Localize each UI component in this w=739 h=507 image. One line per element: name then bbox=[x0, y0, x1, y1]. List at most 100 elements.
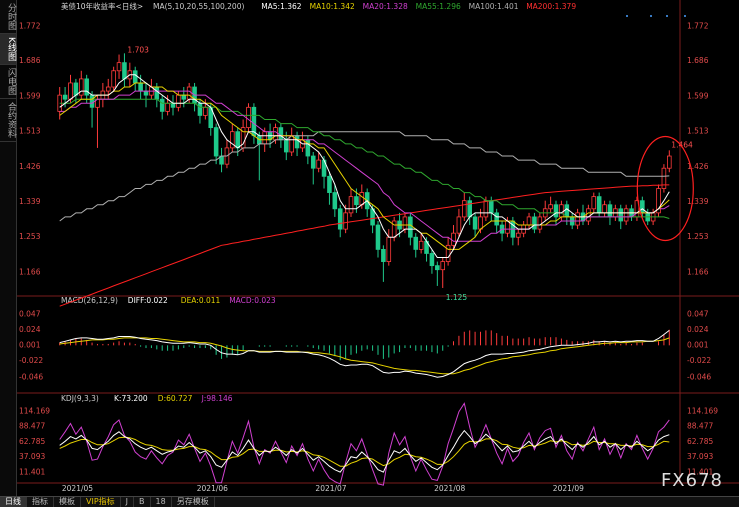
low-annotation: 1.125 bbox=[446, 293, 468, 302]
kdj-tick-right: 62.785 bbox=[687, 437, 713, 446]
candle-down bbox=[310, 155, 316, 169]
candle-down bbox=[607, 204, 613, 218]
sidebar-tab-flash[interactable]: 闪电图 bbox=[0, 65, 16, 99]
candle-down bbox=[332, 192, 338, 210]
price-tick-left: 1.513 bbox=[19, 126, 41, 135]
macd-tick-right: -0.022 bbox=[687, 356, 711, 365]
kdj-tick-left: 62.785 bbox=[19, 437, 45, 446]
candle-down bbox=[435, 265, 440, 271]
ma55-line bbox=[59, 98, 670, 219]
sidebar-tab-kline[interactable]: K线图 bbox=[0, 34, 16, 65]
candle-down bbox=[494, 212, 499, 226]
candle-up bbox=[386, 236, 392, 262]
legend-entry: MA10:1.342 bbox=[310, 2, 355, 11]
candle-down bbox=[213, 127, 219, 157]
candle-up bbox=[111, 70, 116, 88]
candle-down bbox=[467, 200, 472, 218]
kdj-tick-left: 114.169 bbox=[19, 406, 50, 415]
price-tick-right: 1.166 bbox=[687, 267, 709, 276]
price-tick-left: 1.599 bbox=[19, 92, 41, 101]
toolbar-dot bbox=[684, 15, 686, 17]
price-tick-right: 1.339 bbox=[687, 197, 709, 206]
legend-entry: K:73.200 bbox=[114, 394, 148, 403]
candle-up bbox=[548, 204, 553, 210]
candle-down bbox=[62, 94, 68, 100]
candle-up bbox=[526, 216, 532, 226]
macd-tick-left: 0.047 bbox=[19, 309, 41, 318]
candle-up bbox=[462, 200, 467, 218]
legend-title: MACD(26,12,9) bbox=[61, 296, 118, 305]
candle-up bbox=[359, 192, 365, 206]
candle-down bbox=[170, 102, 176, 108]
kdj-tick-left: 37.093 bbox=[19, 452, 45, 461]
high-annotation: 1.703 bbox=[127, 45, 149, 54]
toolbar-dot bbox=[666, 15, 668, 17]
last-high-annotation: 1.464 bbox=[671, 140, 693, 149]
candle-up bbox=[273, 127, 278, 141]
legend-entry: MA100:1.401 bbox=[469, 2, 519, 11]
candle-down bbox=[305, 139, 311, 157]
candle-up bbox=[186, 86, 192, 100]
candle-down bbox=[122, 62, 127, 80]
candle-down bbox=[354, 196, 359, 206]
candle-up bbox=[203, 106, 208, 116]
candle-up bbox=[505, 220, 510, 234]
candle-down bbox=[429, 253, 435, 267]
price-tick-right: 1.513 bbox=[687, 126, 709, 135]
candle-down bbox=[488, 200, 494, 214]
legend-entry: MA55:1.296 bbox=[416, 2, 461, 11]
legend-entry: MA20:1.328 bbox=[363, 2, 408, 11]
candle-down bbox=[84, 78, 89, 96]
candle-up bbox=[515, 232, 521, 238]
kdj-tick-left: 88.477 bbox=[19, 422, 45, 431]
x-tick-label: 2021/09 bbox=[553, 484, 584, 493]
candle-down bbox=[235, 131, 241, 149]
candle-down bbox=[375, 224, 381, 250]
candle-up bbox=[667, 155, 672, 169]
legend-entry: DEA:0.011 bbox=[181, 296, 221, 305]
price-tick-right: 1.772 bbox=[687, 21, 709, 30]
candle-up bbox=[623, 208, 629, 222]
candle-up bbox=[456, 216, 462, 234]
candle-up bbox=[402, 216, 408, 230]
candle-up bbox=[418, 240, 424, 250]
candle-up bbox=[559, 204, 564, 218]
candle-down bbox=[154, 86, 160, 100]
legend-title: KDJ(9,3,3) bbox=[61, 394, 99, 403]
candle-up bbox=[537, 216, 543, 230]
candle-down bbox=[596, 196, 602, 214]
x-tick-label: 2021/05 bbox=[62, 484, 93, 493]
fx678-watermark: FX678 bbox=[660, 470, 723, 491]
candle-up bbox=[262, 131, 267, 145]
candle-up bbox=[483, 200, 489, 218]
ma5-line bbox=[59, 74, 670, 258]
candle-up bbox=[586, 208, 591, 222]
legend-entry: D:60.727 bbox=[158, 394, 193, 403]
candle-down bbox=[337, 208, 343, 230]
price-tick-left: 1.772 bbox=[19, 21, 41, 30]
candle-up bbox=[602, 204, 607, 214]
price-tick-right: 1.599 bbox=[687, 92, 709, 101]
candle-up bbox=[68, 82, 73, 100]
candle-down bbox=[408, 216, 413, 238]
candle-up bbox=[116, 62, 122, 72]
candle-down bbox=[381, 249, 386, 262]
candle-down bbox=[472, 216, 478, 230]
candle-down bbox=[132, 70, 138, 84]
candle-up bbox=[348, 196, 354, 214]
candle-down bbox=[89, 94, 95, 108]
candle-down bbox=[138, 82, 143, 92]
candle-down bbox=[553, 204, 559, 218]
candle-up bbox=[478, 216, 483, 230]
chart-canvas[interactable]: 美债10年收益率<日线> MA(5,10,20,55,100,200) MA5:1.… bbox=[17, 0, 739, 496]
candle-up bbox=[289, 135, 294, 153]
price-tick-left: 1.426 bbox=[19, 162, 41, 171]
candle-up bbox=[316, 159, 321, 169]
candle-down bbox=[143, 90, 149, 96]
macd-tick-right: 0.047 bbox=[687, 309, 709, 318]
sidebar-tab-contract-info[interactable]: 合约资料 bbox=[0, 99, 16, 142]
chart-area[interactable]: 美债10年收益率<日线> MA(5,10,20,55,100,200) MA5:1.… bbox=[17, 0, 739, 496]
legend-title: MA(5,10,20,55,100,200) bbox=[153, 2, 244, 11]
candle-up bbox=[105, 86, 111, 92]
sidebar-tab-intraday[interactable]: 分时图 bbox=[0, 0, 16, 34]
